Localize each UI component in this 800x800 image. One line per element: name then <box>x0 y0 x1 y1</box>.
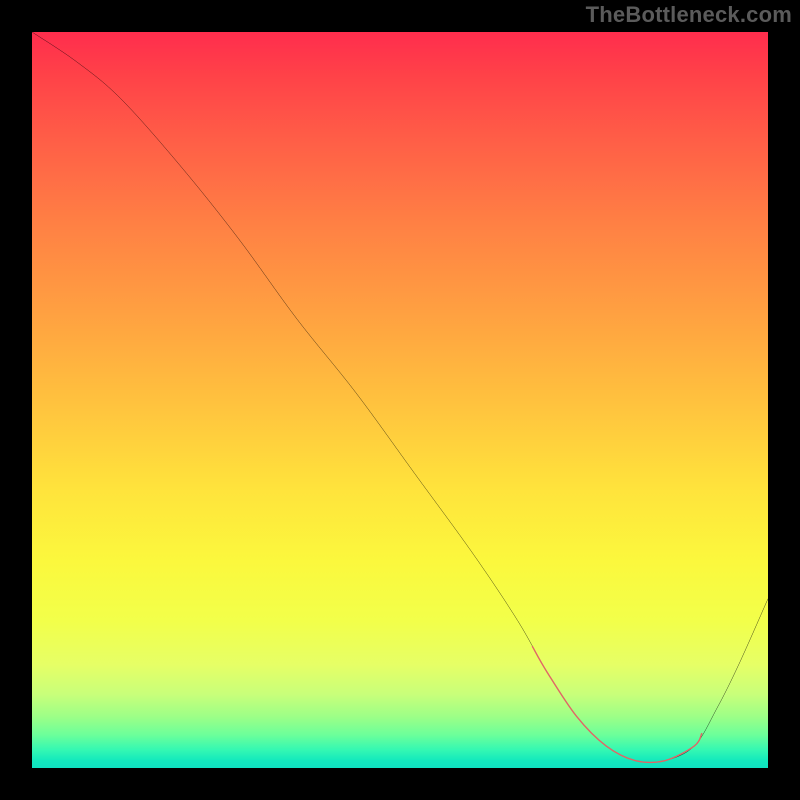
bottleneck-curve-highlight <box>532 647 701 763</box>
chart-container: TheBottleneck.com <box>0 0 800 800</box>
plot-area <box>32 32 768 768</box>
curve-svg <box>32 32 768 768</box>
watermark-text: TheBottleneck.com <box>586 2 792 28</box>
bottleneck-curve-line <box>32 32 768 762</box>
